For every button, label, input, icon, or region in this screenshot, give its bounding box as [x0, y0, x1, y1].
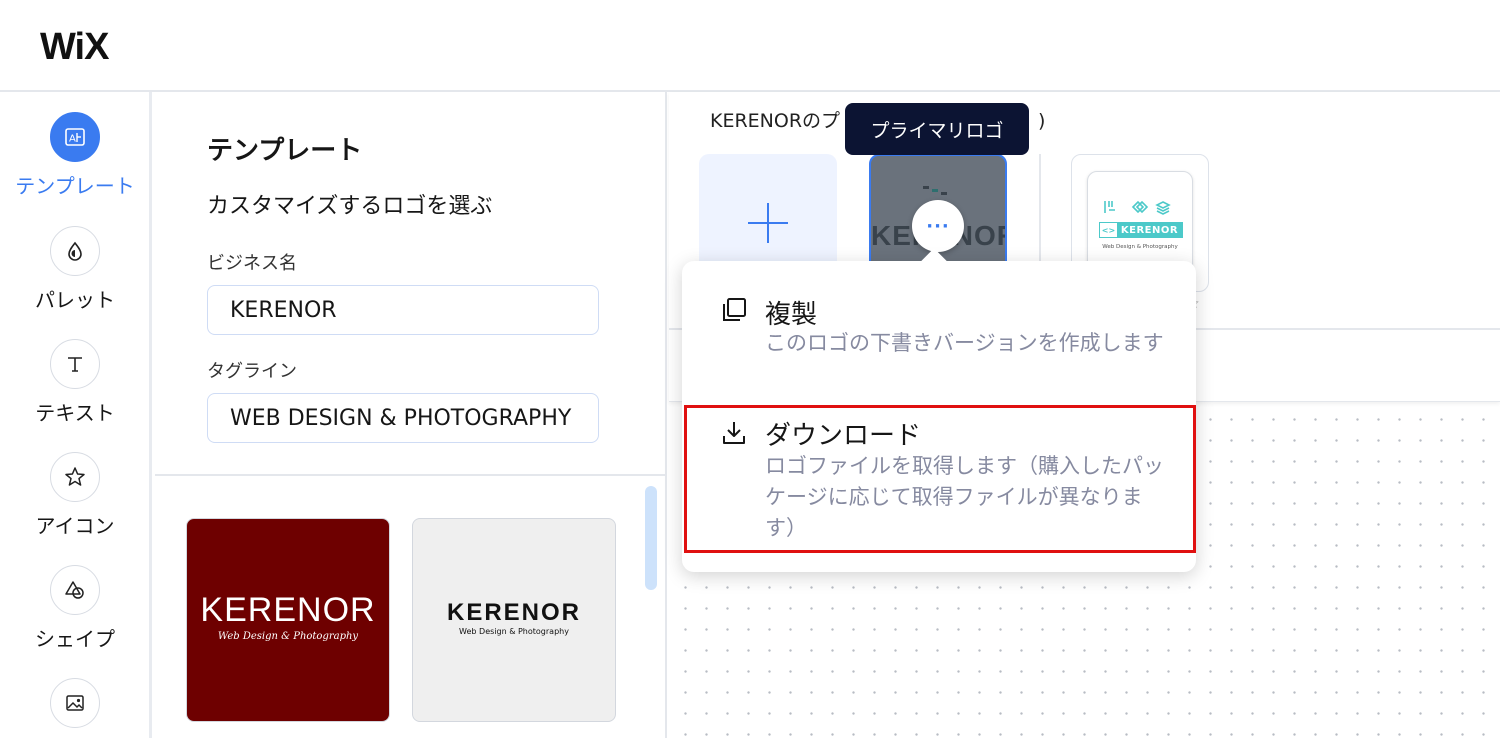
rail-item-icons[interactable]: アイコン: [0, 452, 150, 539]
alt-logo-badge: <> KERENOR: [1099, 222, 1183, 238]
template-name: KERENOR: [446, 599, 581, 626]
panel-title: テンプレート: [207, 136, 363, 166]
strip-title-text: KERENORのプ: [710, 110, 841, 132]
menu-item-duplicate[interactable]: 複製 このロゴの下書きバージョンを作成します: [682, 261, 1196, 405]
code-bracket-icon: <>: [1100, 223, 1117, 237]
template-card-grey[interactable]: KERENOR Web Design & Photography: [412, 518, 616, 722]
panel-subtitle: カスタマイズするロゴを選ぶ: [207, 194, 493, 219]
rail-label-template: テンプレート: [15, 174, 135, 198]
tagline-label: タグライン: [207, 361, 297, 382]
alt-logo-name: KERENOR: [1117, 223, 1182, 237]
panel-scrollbar[interactable]: [645, 486, 657, 590]
rail-item-shapes[interactable]: シェイプ: [0, 565, 150, 652]
template-card-red[interactable]: KERENOR Web Design & Photography: [186, 518, 390, 722]
rail-item-template[interactable]: A テンプレート: [0, 112, 150, 199]
more-options-button[interactable]: ···: [912, 200, 964, 252]
rail-label-shapes: シェイプ: [35, 627, 115, 651]
svg-text:A: A: [69, 134, 76, 145]
business-name-field[interactable]: KERENOR: [207, 285, 599, 335]
business-name-label: ビジネス名: [207, 253, 297, 274]
download-highlight-box: [684, 405, 1196, 553]
star-icon: [50, 452, 100, 502]
strip-title-tail: ): [1038, 110, 1046, 132]
duplicate-icon: [723, 298, 746, 321]
panel-divider: [155, 474, 667, 476]
rail-label-icons: アイコン: [35, 514, 115, 538]
wix-logo[interactable]: WiX: [40, 26, 109, 69]
menu-item-desc: このロゴの下書きバージョンを作成します: [765, 331, 1164, 355]
logo-mark-icon: [923, 186, 947, 195]
template-tagline: Web Design & Photography: [459, 627, 569, 636]
rail-item-text[interactable]: テキスト: [0, 339, 150, 426]
template-icon: A: [50, 112, 100, 162]
text-icon: [50, 339, 100, 389]
tool-rail: A テンプレート パレット テキスト アイコン シェイプ: [0, 92, 152, 738]
primary-logo-tooltip: プライマリロゴ: [845, 103, 1029, 155]
rail-item-palette[interactable]: パレット: [0, 226, 150, 313]
palette-icon: [50, 226, 100, 276]
alt-logo-preview: <> KERENOR Web Design & Photography: [1087, 171, 1193, 275]
tagline-field[interactable]: WEB DESIGN & PHOTOGRAPHY: [207, 393, 599, 443]
shapes-icon: [50, 565, 100, 615]
plus-icon: [748, 203, 788, 243]
strip-separator: [1039, 154, 1041, 264]
template-tagline: Web Design & Photography: [217, 631, 359, 642]
menu-item-title: 複製: [765, 300, 818, 330]
template-name: KERENOR: [200, 591, 376, 629]
top-bar: WiX: [0, 0, 1500, 92]
template-panel: テンプレート カスタマイズするロゴを選ぶ ビジネス名 KERENOR タグライン…: [155, 92, 667, 738]
rail-item-image[interactable]: [0, 678, 150, 728]
rail-label-text: テキスト: [35, 401, 115, 425]
alt-logo-tagline: Web Design & Photography: [1102, 244, 1178, 250]
rail-label-palette: パレット: [35, 288, 115, 312]
image-icon: [50, 678, 100, 728]
logo-icons-row: [1104, 200, 1171, 215]
